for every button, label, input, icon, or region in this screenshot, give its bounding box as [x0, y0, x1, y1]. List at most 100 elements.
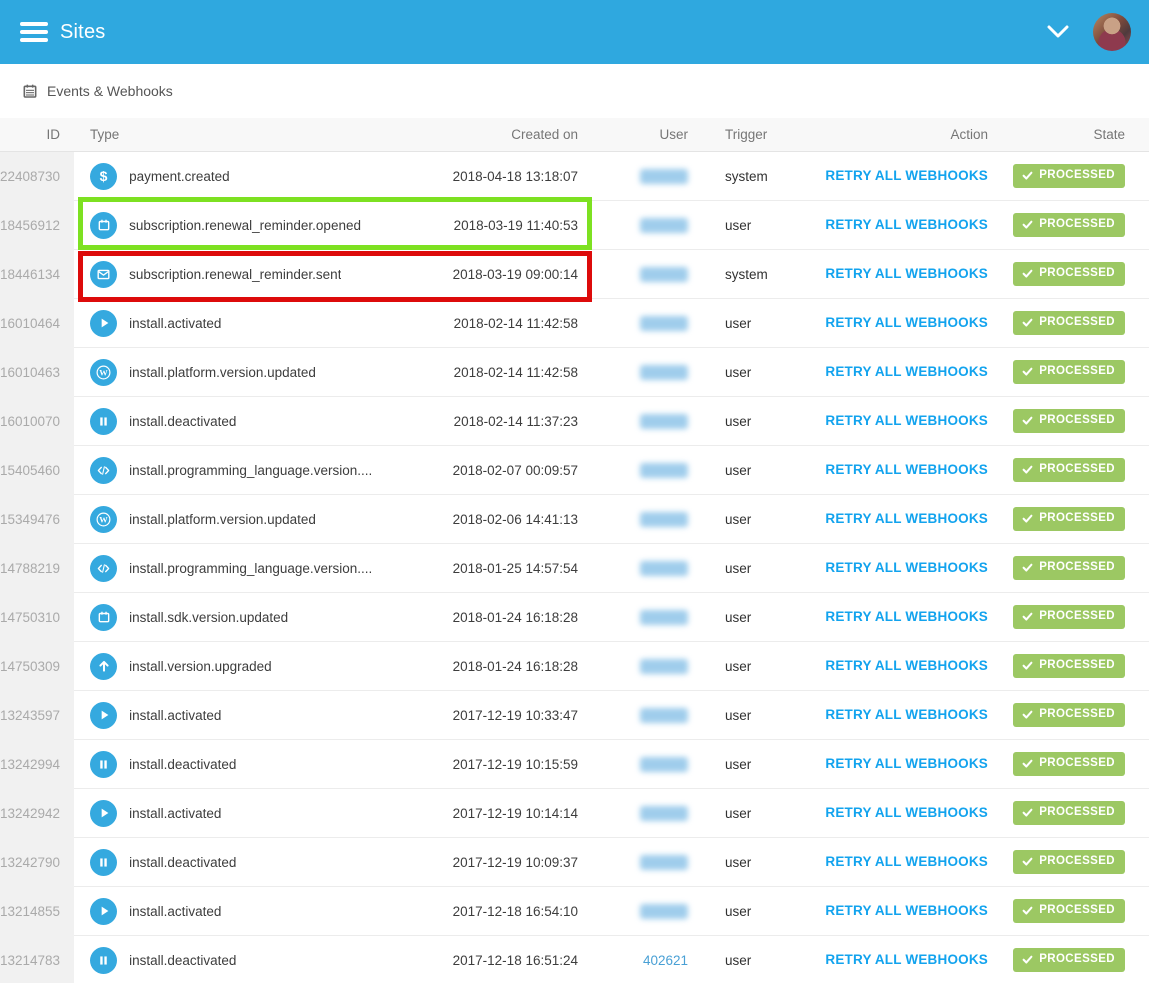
check-icon	[1022, 907, 1033, 915]
retry-all-webhooks-button[interactable]: RETRY ALL WEBHOOKS	[825, 952, 988, 967]
event-trigger: user	[725, 315, 752, 331]
retry-all-webhooks-button[interactable]: RETRY ALL WEBHOOKS	[825, 413, 988, 428]
calendar-icon	[90, 211, 118, 239]
retry-all-webhooks-button[interactable]: RETRY ALL WEBHOOKS	[825, 217, 988, 232]
status-badge: PROCESSED	[1013, 507, 1125, 531]
table-row: 13242994 install.deactivated 2017-12-19 …	[0, 740, 1149, 789]
event-type: install.deactivated	[129, 413, 237, 429]
retry-all-webhooks-button[interactable]: RETRY ALL WEBHOOKS	[825, 805, 988, 820]
hamburger-menu-icon[interactable]	[20, 21, 48, 43]
user-id-redacted	[640, 413, 688, 429]
status-badge-label: PROCESSED	[1039, 659, 1115, 672]
event-type: install.activated	[129, 707, 222, 723]
event-id: 13242994	[0, 757, 61, 772]
status-badge-label: PROCESSED	[1039, 708, 1115, 721]
retry-all-webhooks-button[interactable]: RETRY ALL WEBHOOKS	[825, 168, 988, 183]
event-type: install.platform.version.updated	[129, 364, 316, 380]
event-id: 13243597	[0, 708, 61, 723]
check-icon	[1022, 221, 1033, 229]
table-row: 13214783 install.deactivated 2017-12-18 …	[0, 936, 1149, 983]
status-badge: PROCESSED	[1013, 409, 1125, 433]
event-id: 14788219	[0, 561, 61, 576]
event-created-on: 2018-01-25 14:57:54	[452, 560, 578, 576]
status-badge: PROCESSED	[1013, 605, 1125, 629]
retry-all-webhooks-button[interactable]: RETRY ALL WEBHOOKS	[825, 462, 988, 477]
event-id: 18456912	[0, 218, 61, 233]
event-id: 14750310	[0, 610, 61, 625]
column-header-id: ID	[46, 127, 61, 142]
event-id: 13242942	[0, 806, 61, 821]
retry-all-webhooks-button[interactable]: RETRY ALL WEBHOOKS	[825, 266, 988, 281]
retry-all-webhooks-button[interactable]: RETRY ALL WEBHOOKS	[825, 560, 988, 575]
event-trigger: user	[725, 462, 752, 478]
retry-all-webhooks-button[interactable]: RETRY ALL WEBHOOKS	[825, 315, 988, 330]
retry-all-webhooks-button[interactable]: RETRY ALL WEBHOOKS	[825, 609, 988, 624]
retry-all-webhooks-button[interactable]: RETRY ALL WEBHOOKS	[825, 903, 988, 918]
event-id: 13214855	[0, 904, 61, 919]
column-header-trigger: Trigger	[725, 127, 768, 142]
retry-all-webhooks-button[interactable]: RETRY ALL WEBHOOKS	[825, 707, 988, 722]
table-row: 14750310 install.sdk.version.updated 201…	[0, 593, 1149, 642]
status-badge: PROCESSED	[1013, 801, 1125, 825]
check-icon	[1022, 319, 1033, 327]
user-avatar[interactable]	[1093, 13, 1131, 51]
table-row: 22408730 $ payment.created 2018-04-18 13…	[0, 152, 1149, 201]
event-trigger: user	[725, 903, 752, 919]
event-trigger: system	[725, 168, 768, 184]
status-badge: PROCESSED	[1013, 360, 1125, 384]
retry-all-webhooks-button[interactable]: RETRY ALL WEBHOOKS	[825, 364, 988, 379]
event-created-on: 2018-02-14 11:42:58	[453, 364, 578, 380]
status-badge: PROCESSED	[1013, 556, 1125, 580]
top-bar: Sites	[0, 0, 1149, 64]
event-id: 15405460	[0, 463, 61, 478]
chevron-down-icon[interactable]	[1047, 25, 1069, 39]
event-id: 16010464	[0, 316, 61, 331]
status-badge-label: PROCESSED	[1039, 169, 1115, 182]
code-icon	[90, 456, 118, 484]
status-badge-label: PROCESSED	[1039, 953, 1115, 966]
event-id: 13242790	[0, 855, 61, 870]
table-row: 14788219 install.programming_language.ve…	[0, 544, 1149, 593]
status-badge-label: PROCESSED	[1039, 316, 1115, 329]
event-trigger: user	[725, 364, 752, 380]
user-link[interactable]: 402621	[643, 953, 688, 968]
table-row: 16010070 install.deactivated 2018-02-14 …	[0, 397, 1149, 446]
play-icon	[90, 309, 118, 337]
arrow-up-icon	[90, 652, 118, 680]
event-trigger: user	[725, 560, 752, 576]
retry-all-webhooks-button[interactable]: RETRY ALL WEBHOOKS	[825, 658, 988, 673]
svg-text:W: W	[99, 367, 108, 377]
check-icon	[1022, 613, 1033, 621]
column-header-action: Action	[950, 127, 988, 142]
retry-all-webhooks-button[interactable]: RETRY ALL WEBHOOKS	[825, 756, 988, 771]
table-row: 18456912 subscription.renewal_reminder.o…	[0, 197, 1149, 250]
event-trigger: user	[725, 511, 752, 527]
status-badge: PROCESSED	[1013, 899, 1125, 923]
page-title: Sites	[60, 20, 106, 43]
retry-all-webhooks-button[interactable]: RETRY ALL WEBHOOKS	[825, 511, 988, 526]
event-type: install.deactivated	[129, 756, 237, 772]
event-type: install.activated	[129, 805, 222, 821]
status-badge: PROCESSED	[1013, 262, 1125, 286]
status-badge: PROCESSED	[1013, 213, 1125, 237]
table-row: 16010463 W install.platform.version.upda…	[0, 348, 1149, 397]
status-badge: PROCESSED	[1013, 850, 1125, 874]
status-badge-label: PROCESSED	[1039, 610, 1115, 623]
status-badge-label: PROCESSED	[1039, 463, 1115, 476]
events-table: ID Type Created on User Trigger Action S…	[0, 118, 1149, 983]
status-badge-label: PROCESSED	[1039, 218, 1115, 231]
table-header-row: ID Type Created on User Trigger Action S…	[0, 118, 1149, 152]
user-id-redacted	[640, 805, 688, 821]
event-type: install.programming_language.version....	[129, 462, 373, 478]
event-trigger: user	[725, 854, 752, 870]
status-badge-label: PROCESSED	[1039, 855, 1115, 868]
event-created-on: 2018-02-14 11:42:58	[453, 315, 578, 331]
event-created-on: 2017-12-19 10:14:14	[452, 805, 578, 821]
check-icon	[1022, 172, 1033, 180]
retry-all-webhooks-button[interactable]: RETRY ALL WEBHOOKS	[825, 854, 988, 869]
check-icon	[1022, 760, 1033, 768]
table-row: 14750309 install.version.upgraded 2018-0…	[0, 642, 1149, 691]
status-badge-label: PROCESSED	[1039, 414, 1115, 427]
event-type: subscription.renewal_reminder.opened	[129, 217, 361, 233]
status-badge-label: PROCESSED	[1039, 512, 1115, 525]
